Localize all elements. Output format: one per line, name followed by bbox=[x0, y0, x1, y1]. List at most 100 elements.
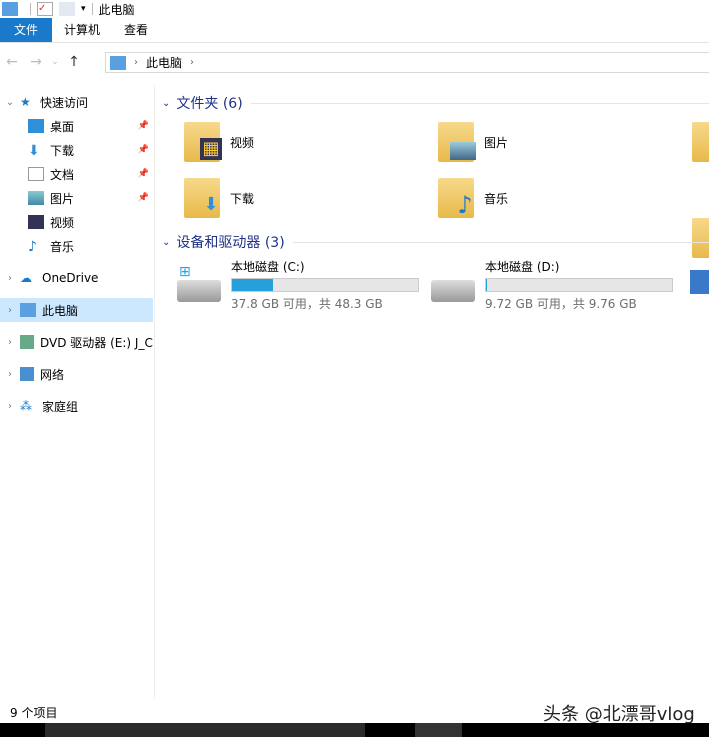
status-item-count: 9 个项目 bbox=[10, 706, 58, 720]
chevron-right-icon[interactable]: › bbox=[0, 337, 20, 348]
taskbar bbox=[0, 723, 709, 737]
tab-computer[interactable]: 计算机 bbox=[52, 18, 112, 42]
tab-file[interactable]: 文件 bbox=[0, 18, 52, 42]
tab-view[interactable]: 查看 bbox=[112, 18, 160, 42]
customize-dropdown-icon[interactable]: ▾ bbox=[81, 4, 86, 14]
label: OneDrive bbox=[42, 271, 99, 285]
homegroup-icon: ⁂ bbox=[20, 399, 32, 413]
usage-bar bbox=[231, 278, 419, 292]
sidebar-item-music[interactable]: ♪ 音乐 bbox=[0, 234, 153, 258]
breadcrumb[interactable]: 此电脑 bbox=[146, 54, 182, 71]
music-icon: ♪ bbox=[28, 239, 37, 255]
recent-dropdown-icon[interactable]: ⌄ bbox=[48, 57, 62, 67]
drive-icon bbox=[431, 280, 475, 302]
chevron-down-icon[interactable]: ⌄ bbox=[162, 237, 170, 248]
address-bar[interactable]: › 此电脑 › bbox=[105, 52, 709, 73]
folder-pictures[interactable]: 图片 bbox=[438, 122, 508, 162]
sidebar-item-desktop[interactable]: 桌面 📌 bbox=[0, 114, 153, 138]
sidebar-this-pc[interactable]: › 此电脑 bbox=[0, 298, 153, 322]
pin-icon[interactable]: 📌 bbox=[138, 169, 149, 179]
sidebar-item-pictures[interactable]: 图片 📌 bbox=[0, 186, 153, 210]
label: 音乐 bbox=[50, 239, 75, 254]
computer-icon bbox=[2, 2, 18, 16]
chevron-right-icon[interactable]: › bbox=[0, 369, 20, 380]
download-icon: ⬇ bbox=[28, 143, 40, 159]
label: 此电脑 bbox=[42, 303, 79, 318]
up-icon[interactable]: ↑ bbox=[62, 54, 86, 70]
music-folder-icon: ♪ bbox=[438, 178, 474, 218]
folder-icon[interactable] bbox=[692, 122, 709, 162]
dvd-icon bbox=[20, 335, 34, 349]
computer-icon bbox=[110, 55, 126, 70]
folders-group-header[interactable]: ⌄ 文件夹 (6) bbox=[162, 93, 709, 113]
label: 下载 bbox=[50, 143, 75, 158]
drive-name: 本地磁盘 (C:) bbox=[231, 260, 305, 274]
sidebar-item-videos[interactable]: 视频 bbox=[0, 210, 153, 234]
usage-bar bbox=[485, 278, 673, 292]
ribbon-tabs: 文件 计算机 查看 bbox=[0, 18, 709, 43]
window-title: 此电脑 bbox=[98, 2, 135, 17]
chevron-right-icon: › bbox=[134, 57, 138, 68]
folder-videos[interactable]: ▦ 视频 bbox=[184, 122, 254, 162]
label: 图片 bbox=[50, 191, 75, 206]
label: 视频 bbox=[230, 135, 255, 150]
picture-folder-icon bbox=[438, 122, 476, 162]
label: 快速访问 bbox=[40, 95, 89, 110]
taskbar-search[interactable] bbox=[45, 723, 365, 737]
pin-icon[interactable]: 📌 bbox=[138, 193, 149, 203]
label: DVD 驱动器 (E:) J_C bbox=[40, 335, 153, 350]
sidebar-network[interactable]: › 网络 bbox=[0, 362, 153, 386]
sidebar-homegroup[interactable]: › ⁂ 家庭组 bbox=[0, 394, 153, 418]
drive-d[interactable]: 本地磁盘 (D:) 9.72 GB 可用，共 9.76 GB bbox=[431, 258, 673, 312]
chevron-right-icon[interactable]: › bbox=[0, 273, 20, 284]
navigation-pane: ⌄ ★ 快速访问 桌面 📌 ⬇ 下载 📌 文档 📌 图片 📌 视频 ♪ 音乐 › ☁ OneDriv… bbox=[0, 86, 155, 698]
sidebar-dvd-drive[interactable]: › DVD 驱动器 (E:) J_C bbox=[0, 330, 153, 354]
sidebar-onedrive[interactable]: › ☁ OneDrive bbox=[0, 266, 153, 290]
chevron-right-icon[interactable]: › bbox=[0, 401, 20, 412]
chevron-right-icon[interactable]: › bbox=[190, 57, 194, 68]
forward-icon[interactable]: → bbox=[24, 54, 48, 70]
label: 音乐 bbox=[484, 191, 509, 206]
properties-icon[interactable]: ✓ bbox=[37, 2, 53, 16]
video-folder-icon: ▦ bbox=[184, 122, 222, 162]
new-folder-icon[interactable] bbox=[59, 2, 75, 16]
sidebar-quick-access[interactable]: ⌄ ★ 快速访问 bbox=[0, 90, 153, 114]
taskbar-explorer-icon[interactable] bbox=[415, 723, 462, 737]
drive-info: 9.72 GB 可用，共 9.76 GB bbox=[485, 297, 637, 311]
video-icon bbox=[28, 215, 44, 229]
dvd-drive-icon[interactable] bbox=[690, 270, 709, 294]
sidebar-item-documents[interactable]: 文档 📌 bbox=[0, 162, 153, 186]
star-icon: ★ bbox=[20, 95, 31, 109]
download-folder-icon: ⬇ bbox=[184, 178, 220, 218]
label: 桌面 bbox=[50, 119, 75, 134]
desktop-icon bbox=[28, 119, 44, 133]
folder-music[interactable]: ♪ 音乐 bbox=[438, 178, 508, 218]
title-bar: ✓ ▾ 此电脑 bbox=[0, 0, 709, 18]
label: 视频 bbox=[50, 215, 75, 230]
label: 家庭组 bbox=[42, 399, 79, 414]
network-icon bbox=[20, 367, 34, 381]
navigation-bar: ← → ⌄ ↑ › 此电脑 › bbox=[0, 47, 709, 77]
chevron-right-icon[interactable]: › bbox=[0, 305, 20, 316]
drive-name: 本地磁盘 (D:) bbox=[485, 260, 560, 274]
devices-group-header[interactable]: ⌄ 设备和驱动器 (3) bbox=[162, 232, 709, 252]
label: 设备和驱动器 (3) bbox=[176, 235, 285, 251]
picture-icon bbox=[28, 191, 44, 205]
folder-downloads[interactable]: ⬇ 下载 bbox=[184, 178, 254, 218]
chevron-down-icon[interactable]: ⌄ bbox=[162, 98, 170, 109]
label: 下载 bbox=[230, 191, 255, 206]
windows-drive-icon: ⊞ bbox=[177, 264, 221, 302]
computer-icon bbox=[20, 303, 36, 317]
label: 文件夹 (6) bbox=[176, 96, 243, 112]
sidebar-item-downloads[interactable]: ⬇ 下载 📌 bbox=[0, 138, 153, 162]
drive-info: 37.8 GB 可用，共 48.3 GB bbox=[231, 297, 383, 311]
label: 文档 bbox=[50, 167, 75, 182]
pin-icon[interactable]: 📌 bbox=[138, 121, 149, 131]
chevron-down-icon[interactable]: ⌄ bbox=[0, 97, 20, 108]
label: 网络 bbox=[40, 367, 65, 382]
document-icon bbox=[28, 167, 44, 181]
drive-c[interactable]: ⊞ 本地磁盘 (C:) 37.8 GB 可用，共 48.3 GB bbox=[177, 258, 419, 312]
back-icon[interactable]: ← bbox=[0, 54, 24, 70]
cloud-icon: ☁ bbox=[20, 271, 32, 285]
pin-icon[interactable]: 📌 bbox=[138, 145, 149, 155]
